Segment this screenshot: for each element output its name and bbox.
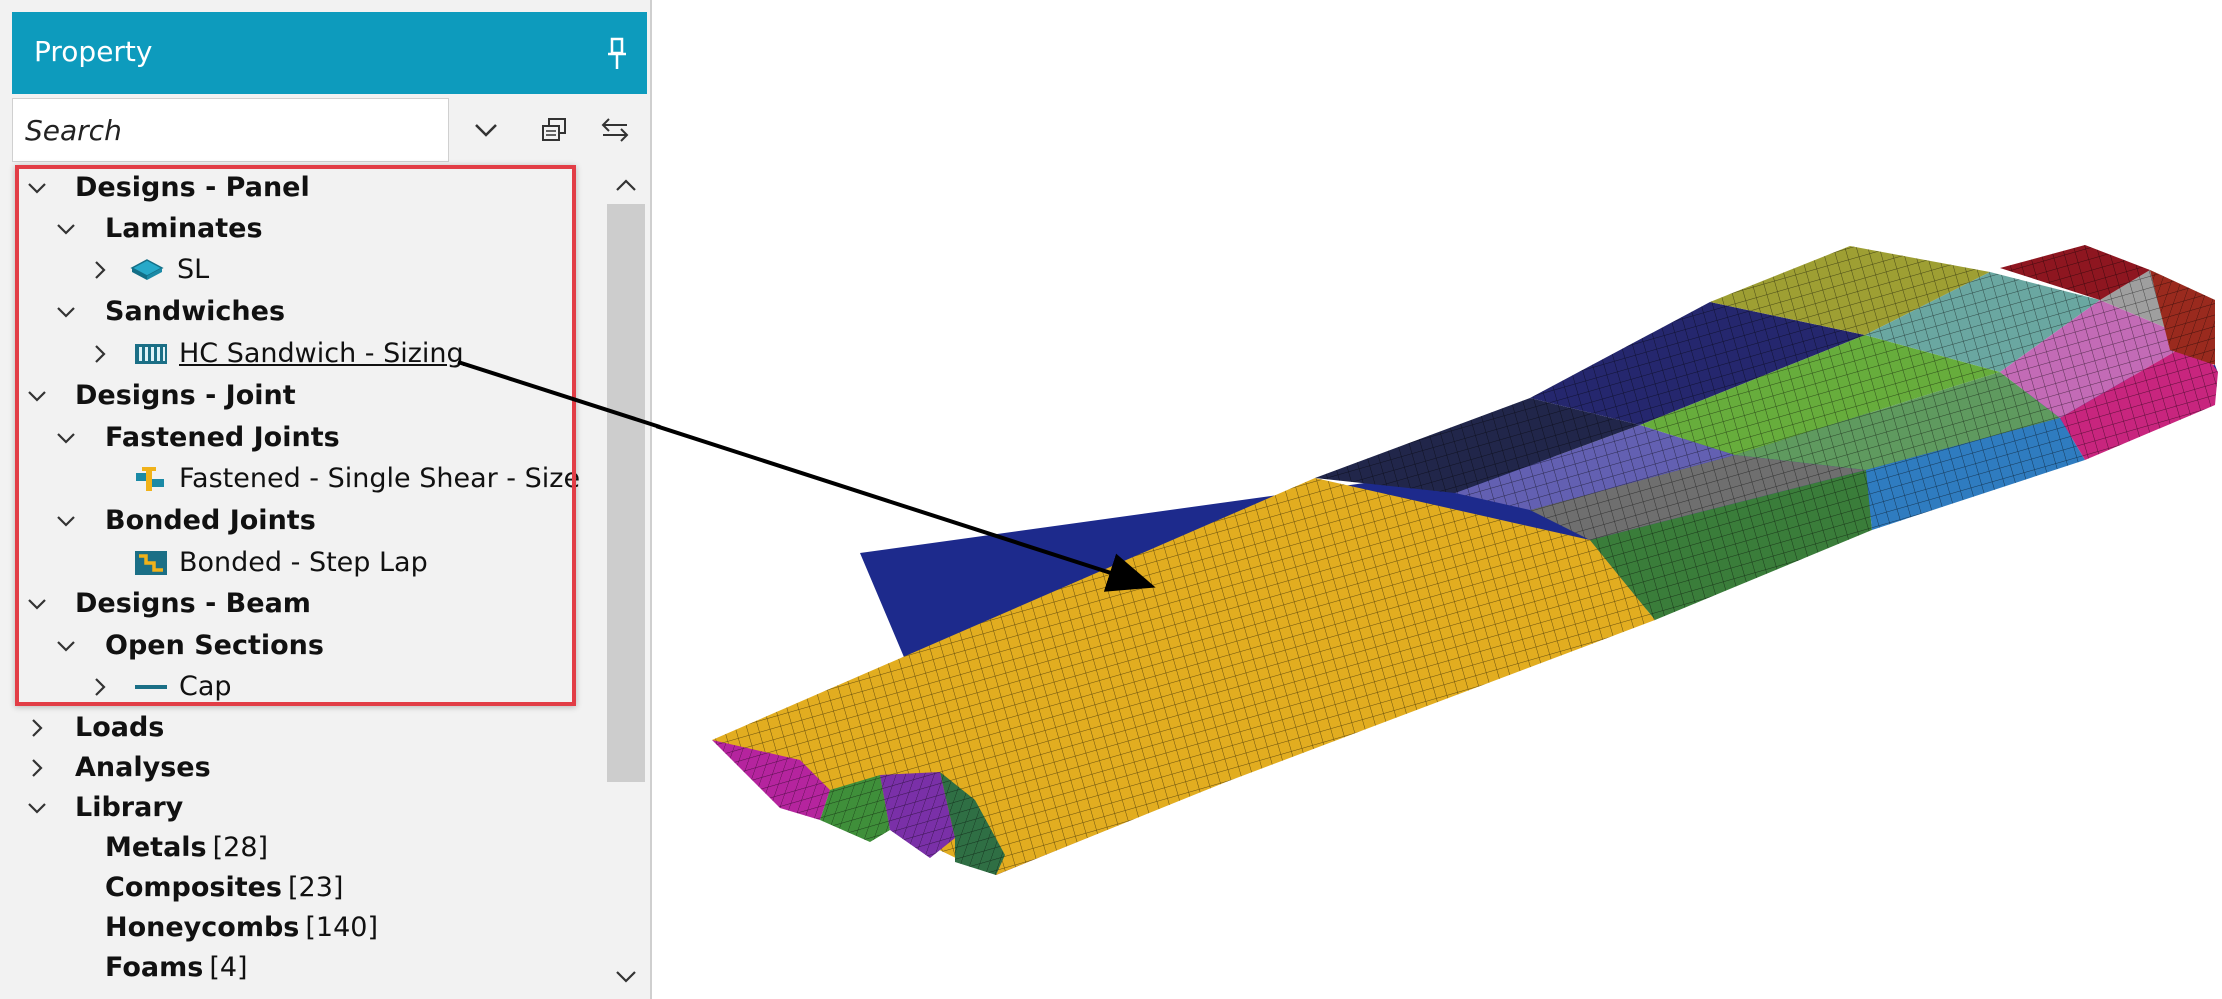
tree-item-loads[interactable]: Loads [12, 708, 602, 748]
panel-header: Property [12, 12, 647, 94]
chevron-down-icon[interactable] [26, 797, 48, 819]
search-input[interactable] [12, 98, 449, 162]
tree-label: Metals [28] [105, 828, 268, 868]
library-count: [28] [212, 832, 269, 863]
chevron-down-icon[interactable] [607, 958, 645, 996]
scroll-thumb[interactable] [607, 204, 645, 782]
copy-windows-icon[interactable] [522, 98, 586, 162]
panel-title: Property [34, 35, 153, 68]
tree-item-composites[interactable]: Composites [23] [12, 868, 602, 908]
library-name: Composites [105, 872, 282, 903]
tree-item-library[interactable]: Library [12, 788, 602, 828]
tree-item-foams[interactable]: Foams [4] [12, 948, 602, 988]
library-name: Metals [105, 832, 207, 863]
library-name: Foams [105, 952, 204, 983]
tree-label: Composites [23] [105, 868, 343, 908]
search-row [12, 98, 647, 162]
tree-label: Loads [75, 712, 165, 743]
library-count: [4] [209, 952, 248, 983]
tree-scrollbar[interactable] [607, 166, 645, 996]
highlight-box [15, 165, 576, 706]
model-viewport[interactable] [656, 0, 2222, 999]
chevron-right-icon[interactable] [26, 717, 48, 739]
tree-label: Honeycombs [140] [105, 908, 378, 948]
pin-icon[interactable] [605, 36, 629, 72]
tree-item-metals[interactable]: Metals [28] [12, 828, 602, 868]
library-count: [23] [288, 872, 344, 903]
tree-item-analyses[interactable]: Analyses [12, 748, 602, 788]
tree-label: Foams [4] [105, 948, 248, 988]
tree-item-honeycombs[interactable]: Honeycombs [140] [12, 908, 602, 948]
chevron-up-icon[interactable] [607, 166, 645, 204]
library-name: Honeycombs [105, 912, 300, 943]
library-count: [140] [305, 912, 378, 943]
wing-mesh [712, 245, 2218, 875]
tree-label: Analyses [75, 752, 211, 783]
tree-label: Library [75, 792, 184, 823]
chevron-right-icon[interactable] [26, 757, 48, 779]
swap-arrows-icon[interactable] [583, 98, 647, 162]
chevron-down-icon[interactable] [454, 98, 518, 162]
property-panel: Property Search Designs - Panel Laminate… [0, 0, 652, 999]
